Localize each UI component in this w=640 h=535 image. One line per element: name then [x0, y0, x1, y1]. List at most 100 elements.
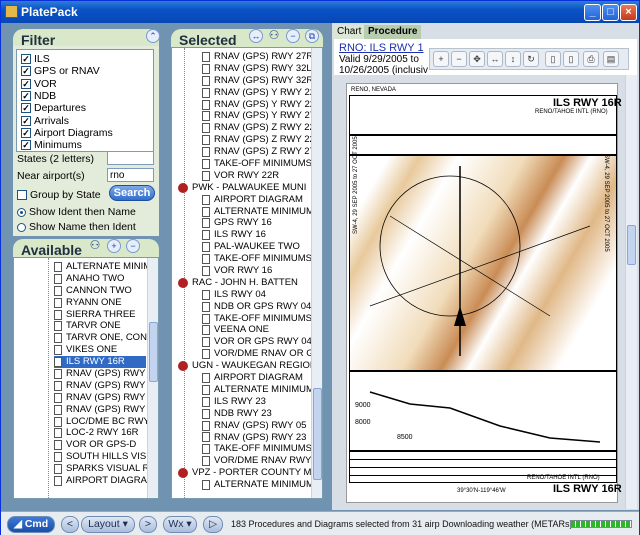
arrows-icon[interactable]: ↔	[249, 29, 263, 43]
collapse-group-icon[interactable]	[178, 468, 188, 479]
selected-item[interactable]: ALTERNATE MINIMUMS	[176, 206, 320, 218]
group-by-state-option[interactable]: Group by State	[17, 189, 101, 201]
checkbox-icon[interactable]: ✓	[21, 140, 31, 151]
filter-option-6[interactable]: ✓ Airport Diagrams	[17, 127, 153, 139]
selected-item[interactable]: RNAV (GPS) RWY 23	[176, 432, 306, 444]
checkbox-icon[interactable]: ✓	[21, 91, 31, 102]
close-icon[interactable]: ×	[620, 4, 637, 21]
available-item[interactable]: TARVR ONE	[54, 320, 146, 332]
airport-group-row[interactable]: VPZ - PORTER COUNTY M	[176, 467, 311, 479]
airport-group-row[interactable]: RAC - JOHN H. BATTEN	[176, 277, 304, 289]
search-button[interactable]: Search	[109, 185, 155, 201]
filter-option-4[interactable]: ✓ Departures	[17, 102, 153, 114]
selected-item[interactable]: ILS RWY 04	[176, 289, 304, 301]
fit-height-icon[interactable]: ↕	[505, 51, 521, 67]
available-item[interactable]: ANAHO TWO	[54, 273, 146, 285]
binoculars-icon[interactable]: ⚇	[267, 29, 281, 43]
collapse-icon[interactable]: −	[126, 239, 140, 253]
selected-item[interactable]: AIRPORT DIAGRAM	[176, 372, 304, 384]
selected-item[interactable]: RNAV (GPS) Z RWY 22	[176, 134, 315, 146]
available-item[interactable]: RNAV (GPS) RWY 16R	[54, 380, 158, 392]
available-item[interactable]: SIERRA THREE	[54, 309, 146, 321]
show-ident-radio[interactable]: Show Ident then Name	[17, 206, 136, 218]
selected-item[interactable]: ILS RWY 23	[176, 396, 304, 408]
chevron-up-icon[interactable]: ⌃	[146, 29, 160, 43]
filter-option-7[interactable]: ✓ Minimums	[17, 139, 153, 151]
available-scroll-thumb[interactable]	[149, 322, 158, 382]
filter-option-2[interactable]: ✓ VOR	[17, 78, 153, 90]
available-item[interactable]: RNAV (GPS) RWY 16L	[54, 368, 158, 380]
available-item[interactable]: VOR OR GPS-D	[54, 439, 146, 451]
filter-option-3[interactable]: ✓ NDB	[17, 90, 153, 102]
collapse-group-icon[interactable]	[178, 277, 188, 288]
chart-link[interactable]: RNO: ILS RWY 1	[339, 42, 424, 54]
show-name-radio[interactable]: Show Name then Ident	[17, 221, 136, 233]
selected-item[interactable]: VOR/DME RNAV OR GF	[176, 348, 319, 360]
fit-width-icon[interactable]: ↔	[487, 51, 503, 67]
maximize-icon[interactable]: □	[602, 4, 619, 21]
selected-item[interactable]: NDB RWY 23	[176, 408, 304, 420]
selected-item[interactable]: VOR RWY 22R	[176, 170, 304, 182]
selected-item[interactable]: RNAV (GPS) Y RWY 22	[176, 87, 315, 99]
selected-item[interactable]: RNAV (GPS) RWY 32R	[176, 75, 313, 87]
selected-item[interactable]: RNAV (GPS) Y RWY 27	[176, 110, 315, 122]
selected-item[interactable]: RNAV (GPS) Y RWY 22	[176, 99, 315, 111]
pan-icon[interactable]: ✥	[469, 51, 485, 67]
checkbox-icon[interactable]: ✓	[21, 103, 31, 114]
checkbox-icon[interactable]: ✓	[21, 54, 31, 65]
selected-item[interactable]: TAKE-OFF MINIMUMS	[176, 443, 312, 455]
copy-icon[interactable]: ⧉	[305, 29, 319, 43]
rotate-icon[interactable]: ↻	[523, 51, 539, 67]
selected-item[interactable]: TAKE-OFF MINIMUMS	[176, 158, 312, 170]
selected-item[interactable]: TAKE-OFF MINIMUMS	[176, 253, 312, 265]
selected-item[interactable]: VEENA ONE	[176, 324, 304, 336]
available-item[interactable]: RYANN ONE	[54, 297, 146, 309]
selected-item[interactable]: ALTERNATE MINIMUMS	[176, 479, 320, 491]
selected-item[interactable]: RNAV (GPS) RWY 05	[176, 420, 306, 432]
checkbox-icon[interactable]: ✓	[21, 115, 31, 126]
page-prev-icon[interactable]: ▯	[545, 51, 561, 67]
collapse-group-icon[interactable]	[178, 361, 188, 372]
available-item[interactable]: AIRPORT DIAGRAM	[54, 475, 155, 487]
group-by-state-checkbox[interactable]	[17, 190, 27, 201]
selected-item[interactable]: RNAV (GPS) Z RWY 27	[176, 146, 315, 158]
minimize-icon[interactable]: _	[584, 4, 601, 21]
selected-item[interactable]: VOR OR GPS RWY 04	[176, 336, 312, 348]
selected-scrollbar[interactable]	[311, 48, 322, 498]
selected-item[interactable]: VOR RWY 16	[176, 265, 304, 277]
available-item[interactable]: ILS RWY 16R	[54, 356, 146, 369]
tab-procedure[interactable]: Procedure	[364, 25, 422, 39]
tab-chart[interactable]: Chart	[333, 25, 366, 39]
available-item[interactable]: ALTERNATE MINIMUMS	[54, 261, 158, 273]
selected-scroll-thumb[interactable]	[313, 388, 322, 480]
available-item[interactable]: SPARKS VISUAL RWY 3	[54, 463, 158, 475]
selected-item[interactable]: GPS RWY 16	[176, 217, 304, 229]
selected-item[interactable]: RNAV (GPS) RWY 27R	[176, 51, 313, 63]
available-item[interactable]: RNAV (GPS) RWY 34R	[54, 404, 158, 416]
zoom-out-icon[interactable]: −	[451, 51, 467, 67]
binoculars-icon[interactable]: ⚇	[88, 239, 102, 253]
page-next-icon[interactable]: ▯	[563, 51, 579, 67]
prev-arrow-icon[interactable]: <	[61, 516, 79, 533]
forward-icon[interactable]: ▷	[203, 516, 223, 533]
next-arrow-icon[interactable]: >	[139, 516, 157, 533]
collapse-group-icon[interactable]	[178, 182, 188, 193]
selected-item[interactable]: PAL-WAUKEE TWO	[176, 241, 304, 253]
layout-button[interactable]: Layout ▾	[81, 516, 135, 533]
selected-item[interactable]: TAKE-OFF MINIMUMS	[176, 313, 312, 325]
checkbox-icon[interactable]: ✓	[21, 66, 31, 77]
viewer-scroll-thumb[interactable]	[627, 225, 636, 265]
available-item[interactable]: TARVR ONE, CONT.1	[54, 332, 158, 344]
states-input[interactable]	[107, 151, 154, 165]
selected-item[interactable]: VOR/DME RNAV RWY 0	[176, 455, 319, 467]
save-icon[interactable]: ▤	[603, 51, 619, 67]
selected-item[interactable]: NDB OR GPS RWY 04	[176, 301, 311, 313]
cmd-button[interactable]: ◢ Cmd	[7, 516, 55, 533]
available-item[interactable]: VIKES ONE	[54, 344, 146, 356]
airport-group-row[interactable]: UGN - WAUKEGAN REGION	[176, 360, 317, 372]
available-item[interactable]: SOUTH HILLS VISUAL R	[54, 451, 158, 463]
checkbox-icon[interactable]: ✓	[21, 78, 31, 89]
available-item[interactable]: LOC-2 RWY 16R	[54, 427, 146, 439]
filter-option-0[interactable]: ✓ ILS	[17, 53, 153, 65]
viewer-scrollbar[interactable]	[625, 75, 637, 509]
